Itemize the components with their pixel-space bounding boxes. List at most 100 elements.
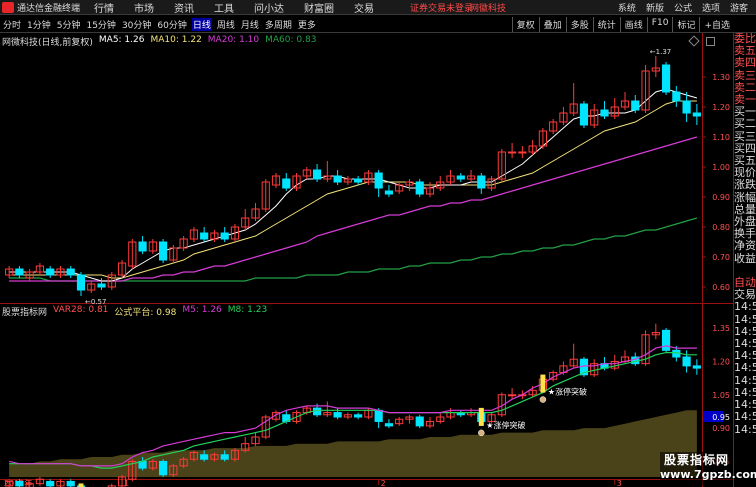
period-tab-3[interactable]: 15分钟 (85, 18, 116, 31)
side-panel-cell: 涨幅 (734, 190, 756, 204)
tool-button-6[interactable]: 标记 (672, 16, 699, 32)
side-panel-cell: 净资 (734, 239, 756, 253)
menu-new-version[interactable]: 新版 (646, 1, 664, 14)
main-axis-label: 0.70 (712, 253, 730, 262)
side-panel-cell: 卖三 (734, 68, 756, 82)
menu-options[interactable]: 选项 (702, 1, 720, 14)
sub-candle-body (692, 365, 701, 369)
tool-button-3[interactable]: 统计 (592, 16, 620, 32)
period-tab-6[interactable]: 日线 (191, 17, 212, 31)
signal-label: ★涨停突破 (548, 387, 587, 397)
sub-candle-body (374, 409, 383, 422)
sub-axis-label: 0.90 (712, 424, 730, 433)
sub-axis-label: 1.35 (712, 324, 730, 333)
main-candle-body (66, 268, 75, 276)
tool-button-2[interactable]: 多股 (565, 16, 593, 32)
menu-guest[interactable]: 游客 (730, 1, 748, 14)
sub-candle-body (159, 460, 168, 476)
watermark-title: 股票指标网 (663, 453, 729, 467)
main-candle-body (312, 169, 322, 180)
legend-m8: M8: 1.23 (227, 305, 268, 315)
tool-button-1[interactable]: 叠加 (538, 16, 566, 32)
tool-button-4[interactable]: 画线 (619, 16, 647, 32)
company-notice: 网徽科技 (470, 3, 507, 14)
menu-formula[interactable]: 公式 (674, 1, 692, 14)
signal-label: ★涨停突破 (486, 420, 525, 430)
period-tab-5[interactable]: 60分钟 (156, 18, 187, 31)
side-panel-cell: 14:50 (734, 361, 756, 375)
signal-bar (478, 407, 484, 426)
main-candle-body (200, 232, 209, 240)
menu-market[interactable]: 市场 (134, 0, 154, 15)
period-tab-0[interactable]: 分时 (2, 18, 22, 31)
menu-quotes[interactable]: 行情 (94, 0, 114, 15)
sub-candle-body (333, 412, 342, 418)
high-price-label: ←1.37 (650, 48, 671, 56)
main-candle-body (661, 64, 671, 93)
sub-axis-label: 0.95 (712, 413, 730, 422)
watermark: 股票指标网 www.7gpzb.com (660, 452, 756, 486)
sub-candle-body (220, 454, 229, 460)
main-candle-body (508, 151, 517, 154)
period-tab-10[interactable]: 更多 (297, 18, 317, 31)
main-candle-body (579, 103, 589, 126)
main-candle-body (672, 91, 681, 102)
watermark-url: www.7gpzb.com (660, 468, 756, 481)
period-tabs: 分时 1分钟 5分钟 15分钟 30分钟 60分钟 日线 周线 月线 多周期 更多 (0, 17, 319, 31)
sub-candle-body (200, 454, 209, 460)
main-candle-body (631, 100, 640, 111)
period-tab-2[interactable]: 5分钟 (56, 18, 82, 31)
menu-wealth[interactable]: 财富圈 (304, 0, 334, 15)
side-panel-cell: 14:50 (734, 410, 756, 424)
signal-bar (78, 483, 84, 487)
menu-trade[interactable]: 交易 (354, 0, 374, 15)
tool-button-5[interactable]: F10 (646, 16, 673, 32)
legend-ma20: MA20: 1.10 (207, 35, 260, 45)
main-candle-body (138, 241, 147, 252)
main-candle-body (15, 268, 24, 276)
menu-tools[interactable]: 工具 (214, 0, 234, 15)
sub-candle-body (415, 416, 424, 427)
period-tab-1[interactable]: 1分钟 (26, 18, 52, 31)
main-axis-label: 0.90 (712, 193, 730, 202)
window-icon[interactable] (706, 37, 715, 46)
tool-button-7[interactable]: +自选 (699, 16, 734, 32)
quote-side-panel: 委比 卖五 卖四 卖三 卖二 卖一 买一 买二 买三 买四 买五 现价 涨跌 涨幅 总量 外盘 换手 净资 收益 自… (733, 33, 756, 487)
period-toolbar: 分时 1分钟 5分钟 15分钟 30分钟 60分钟 日线 周线 月线 多周期 更多 复权 叠加 多股 统计… (0, 16, 756, 33)
main-candle-body (374, 172, 383, 189)
menu-news[interactable]: 资讯 (174, 0, 194, 15)
main-candle-body (600, 109, 609, 117)
ma20-line (9, 136, 698, 282)
main-candle-body (76, 274, 86, 291)
legend-ma60: MA60: 0.83 (265, 35, 317, 45)
sub-candle-body (661, 329, 671, 351)
top-menu-bar: 通达信金融终端 行情 市场 资讯 工具 问小达 财富圈 交易 证券交易未登录 网… (0, 0, 756, 15)
main-axis-label: 0.60 (712, 283, 730, 292)
kline-chart[interactable]: 1.30 1.20 1.10 1.00 0.90 0.80 0.70 0.60 1.35 1.20… (0, 33, 733, 487)
signal-marker-icon (478, 429, 485, 437)
period-tab-9[interactable]: 多周期 (264, 18, 293, 31)
signal-bar (540, 374, 546, 393)
sub-candle-body (15, 480, 24, 487)
legend-ma5: MA5: 1.26 (98, 35, 145, 45)
main-axis-label: 1.30 (712, 73, 730, 82)
app-title: 通达信金融终端 (17, 3, 81, 14)
system-menu: 系统 新版 公式 选项 游客 (618, 1, 748, 14)
menu-ask[interactable]: 问小达 (254, 0, 284, 15)
login-notice[interactable]: 证券交易未登录 (410, 1, 473, 14)
main-candle-body (692, 112, 701, 117)
menu-system[interactable]: 系统 (618, 1, 636, 14)
date-label: 2 (381, 479, 386, 487)
tool-button-0[interactable]: 复权 (511, 16, 539, 32)
date-label: 3 (617, 479, 622, 487)
sub-candle-body (682, 356, 691, 367)
period-tab-4[interactable]: 30分钟 (121, 18, 152, 31)
main-candle-body (456, 175, 465, 180)
sub-axis-label: 1.05 (712, 391, 730, 400)
period-tab-8[interactable]: 月线 (240, 18, 260, 31)
ma60-line (9, 217, 698, 282)
main-candle-body (682, 100, 691, 114)
side-panel-cell: 卖四 (734, 56, 756, 70)
chart-tools: 复权 叠加 多股 统计 画线 F10 标记 +自选 (511, 16, 734, 32)
period-tab-7[interactable]: 周线 (216, 18, 236, 31)
